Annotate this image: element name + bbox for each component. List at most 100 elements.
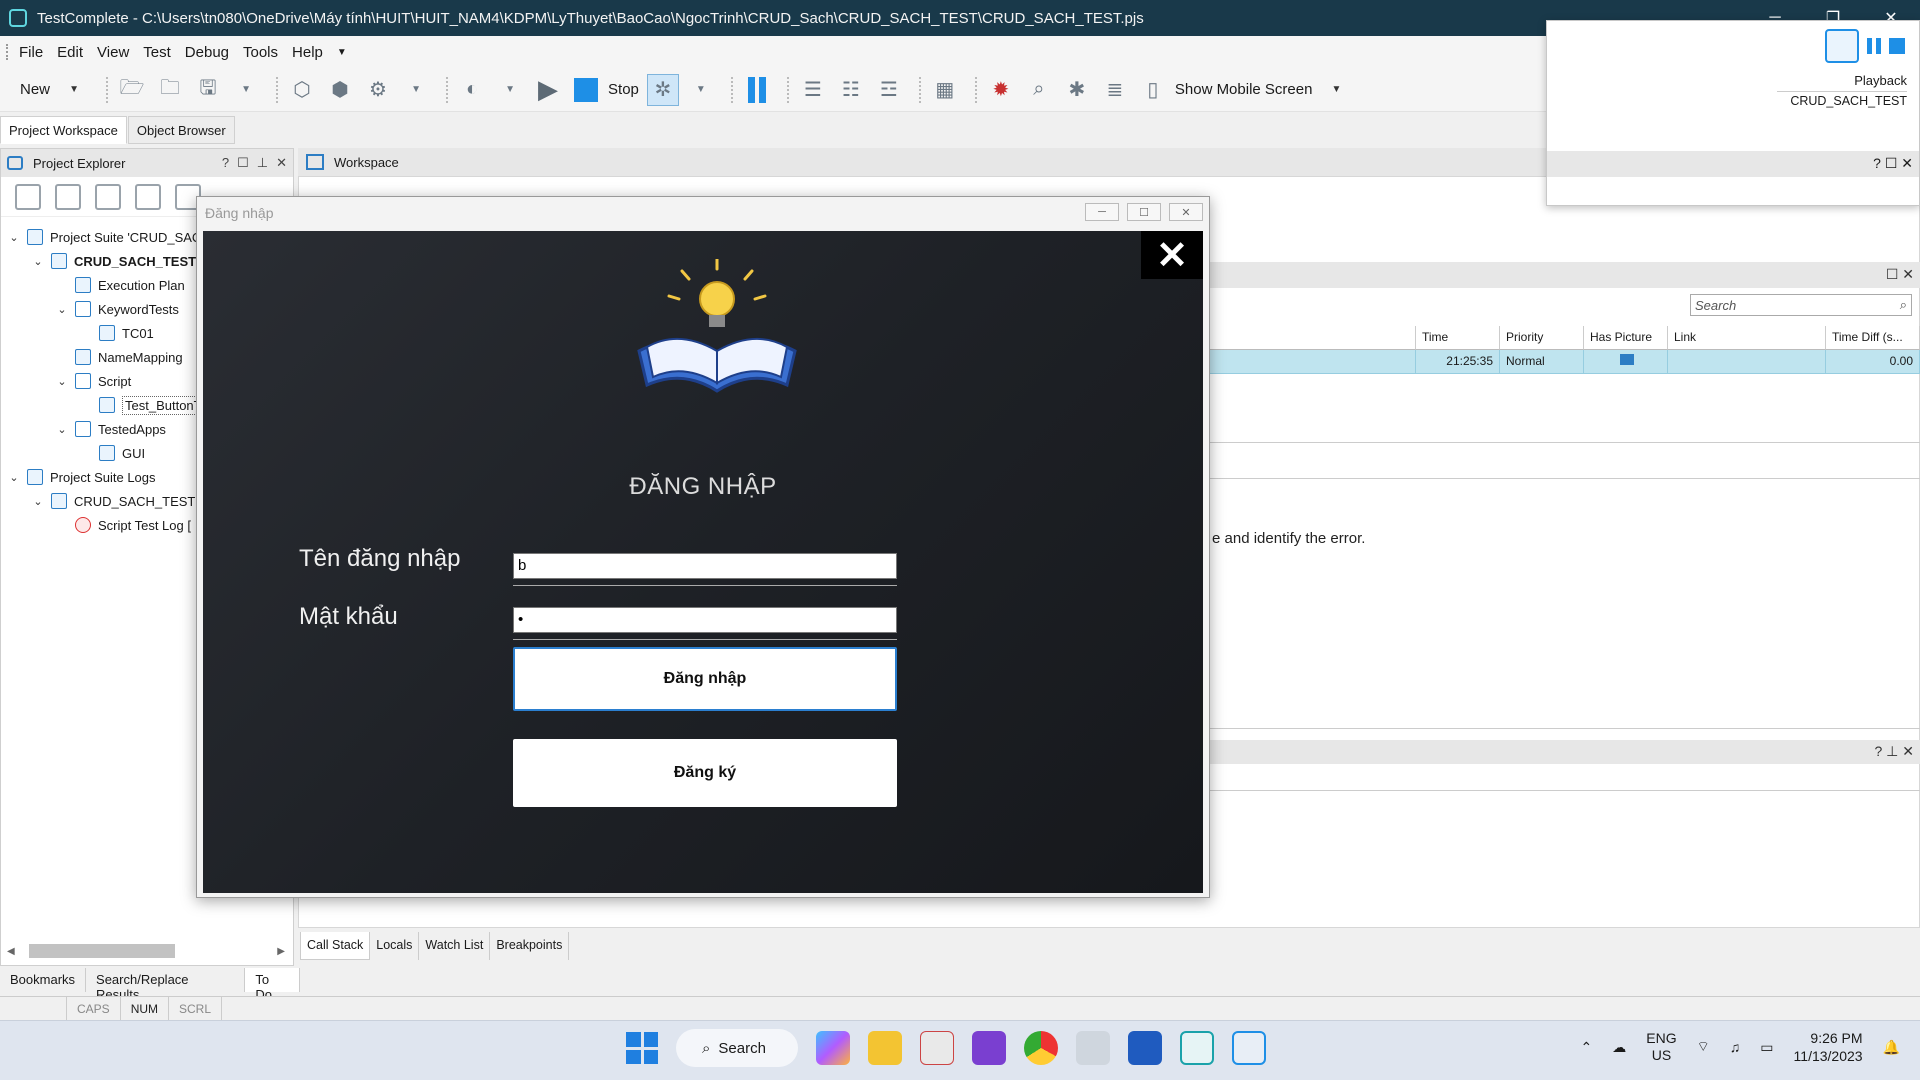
float-icon[interactable]: ☐ (1885, 155, 1898, 171)
testcomplete-taskbar-icon[interactable] (1180, 1031, 1214, 1065)
log-search-input[interactable]: Search ⌕ (1690, 294, 1912, 316)
stop-button[interactable]: Stop (608, 81, 639, 98)
step-into-icon[interactable]: ☷ (835, 74, 867, 106)
record-icon[interactable]: ◐ (456, 74, 488, 106)
collapse-icon[interactable]: ⌄ (31, 495, 45, 508)
collapse-icon[interactable]: ⌄ (31, 255, 45, 268)
copilot-icon[interactable] (816, 1031, 850, 1065)
float-icon[interactable]: ☐ (237, 155, 249, 171)
menu-view[interactable]: View (97, 44, 129, 61)
onedrive-icon[interactable]: ☁ (1612, 1039, 1626, 1056)
tools-app-icon[interactable] (1076, 1031, 1110, 1065)
close-form-button[interactable]: ✕ (1141, 231, 1203, 279)
show-hidden-icons-icon[interactable]: ⌃ (1581, 1039, 1593, 1056)
calculator-icon[interactable]: ▦ (929, 74, 961, 106)
toggle-breakpoint-icon[interactable]: ✹ (985, 74, 1017, 106)
scroll-left-icon[interactable]: ◀ (7, 946, 15, 957)
tab-call-stack[interactable]: Call Stack (300, 932, 371, 960)
breakpoint-list-icon[interactable]: ≣ (1099, 74, 1131, 106)
menu-file[interactable]: File (19, 44, 43, 61)
add-new-item-icon[interactable] (15, 183, 41, 210)
open-folder-icon[interactable]: 🗁 (116, 74, 148, 106)
tab-bookmarks[interactable]: Bookmarks (0, 968, 87, 992)
collapse-icon[interactable]: ⌄ (55, 423, 69, 436)
close-project-icon[interactable]: 🗀 (154, 74, 186, 106)
add-global-icon[interactable]: ⬢ (324, 74, 356, 106)
tab-project-workspace[interactable]: Project Workspace (0, 116, 127, 144)
scroll-right-icon[interactable]: ▶ (277, 946, 285, 957)
run-icon[interactable]: ▶ (532, 74, 564, 106)
mobile-dropdown-icon[interactable]: ▼ (1320, 74, 1352, 106)
menu-help[interactable]: Help (292, 44, 323, 61)
menu-edit[interactable]: Edit (57, 44, 83, 61)
record-dropdown-icon[interactable]: ▼ (494, 74, 526, 106)
help-icon[interactable]: ? (222, 155, 229, 171)
language-indicator[interactable]: ENG US (1646, 1030, 1676, 1064)
clock[interactable]: 9:26 PM 11/13/2023 (1794, 1029, 1863, 1065)
username-input[interactable]: b (513, 553, 897, 579)
collapse-icon[interactable]: ⌄ (7, 471, 21, 484)
menu-debug[interactable]: Debug (185, 44, 229, 61)
maximize-icon[interactable]: ☐ (1127, 203, 1161, 221)
new-dropdown-icon[interactable]: ▼ (58, 74, 90, 106)
copy-item-icon[interactable] (95, 183, 121, 210)
add-item-icon[interactable]: ⬡ (286, 74, 318, 106)
step-over-icon[interactable]: ☰ (797, 74, 829, 106)
visual-studio-icon[interactable] (972, 1031, 1006, 1065)
save-icon[interactable]: 🖫 (192, 74, 224, 106)
show-mobile-screen-button[interactable]: Show Mobile Screen (1175, 81, 1313, 98)
spy-dropdown-icon[interactable]: ▼ (685, 74, 717, 106)
collapse-icon[interactable]: ⌄ (7, 231, 21, 244)
taskbar-search[interactable]: ⌕ Search (676, 1029, 798, 1067)
float-icon[interactable]: ☐ (1886, 266, 1899, 282)
menu-overflow-icon[interactable]: ▼ (337, 47, 347, 58)
stop-icon[interactable] (1889, 38, 1905, 54)
login-button[interactable]: Đăng nhập (513, 647, 897, 711)
notification-bell-icon[interactable]: 🔔 (1883, 1039, 1900, 1056)
picture-icon[interactable] (1620, 354, 1634, 365)
file-explorer-icon[interactable] (868, 1031, 902, 1065)
close-panel-icon[interactable]: ✕ (1902, 743, 1914, 759)
disable-breakpoints-icon[interactable]: ✱ (1061, 74, 1093, 106)
stop-icon[interactable] (570, 74, 602, 106)
battery-icon[interactable]: ▭ (1760, 1039, 1773, 1056)
help-icon[interactable]: ? (1874, 743, 1882, 759)
wifi-icon[interactable]: ⌔ (1697, 1038, 1710, 1056)
pin-icon[interactable]: ⊥ (257, 155, 268, 171)
chrome-icon[interactable] (1024, 1031, 1058, 1065)
close-icon[interactable]: ✕ (1169, 203, 1203, 221)
save-dropdown-icon[interactable]: ▼ (230, 74, 262, 106)
scroll-thumb[interactable] (28, 944, 175, 958)
pause-icon[interactable] (1867, 38, 1881, 54)
pin-icon[interactable]: ⊥ (1886, 743, 1898, 759)
snipping-tool-icon[interactable] (920, 1031, 954, 1065)
table-row[interactable]: 21:25:35 Normal 0.00 (1210, 350, 1920, 374)
word-icon[interactable] (1128, 1031, 1162, 1065)
add-existing-item-icon[interactable] (55, 183, 81, 210)
close-panel-icon[interactable]: ✕ (1902, 266, 1914, 282)
properties-icon[interactable] (135, 183, 161, 210)
tab-watch-list[interactable]: Watch List (419, 932, 491, 960)
help-icon[interactable]: ? (1873, 155, 1881, 171)
testcomplete-icon[interactable] (1825, 29, 1859, 63)
column-header-link[interactable]: Link (1668, 326, 1826, 350)
mobile-screen-icon[interactable]: ▯ (1137, 74, 1169, 106)
step-out-icon[interactable]: ☲ (873, 74, 905, 106)
column-header-priority[interactable]: Priority (1500, 326, 1584, 350)
new-button[interactable]: New (20, 81, 50, 98)
column-header-time-diff[interactable]: Time Diff (s... (1826, 326, 1920, 350)
minimize-icon[interactable]: ─ (1085, 203, 1119, 221)
tab-object-browser[interactable]: Object Browser (127, 116, 235, 144)
settings-icon[interactable]: ⚙ (362, 74, 394, 106)
tab-to-do[interactable]: To Do (245, 968, 300, 1002)
password-input[interactable]: • (513, 607, 897, 633)
close-panel-icon[interactable]: ✕ (276, 155, 287, 171)
tab-breakpoints[interactable]: Breakpoints (490, 932, 570, 960)
collapse-icon[interactable]: ⌄ (55, 303, 69, 316)
column-header-time[interactable]: Time (1416, 326, 1500, 350)
collapse-icon[interactable]: ⌄ (55, 375, 69, 388)
horizontal-scrollbar[interactable]: ◀ ▶ (7, 943, 285, 959)
tab-search-replace-results[interactable]: Search/Replace Results (86, 968, 246, 1002)
column-header-has-picture[interactable]: Has Picture (1584, 326, 1668, 350)
evaluate-icon[interactable]: ⌕ (1023, 74, 1055, 106)
